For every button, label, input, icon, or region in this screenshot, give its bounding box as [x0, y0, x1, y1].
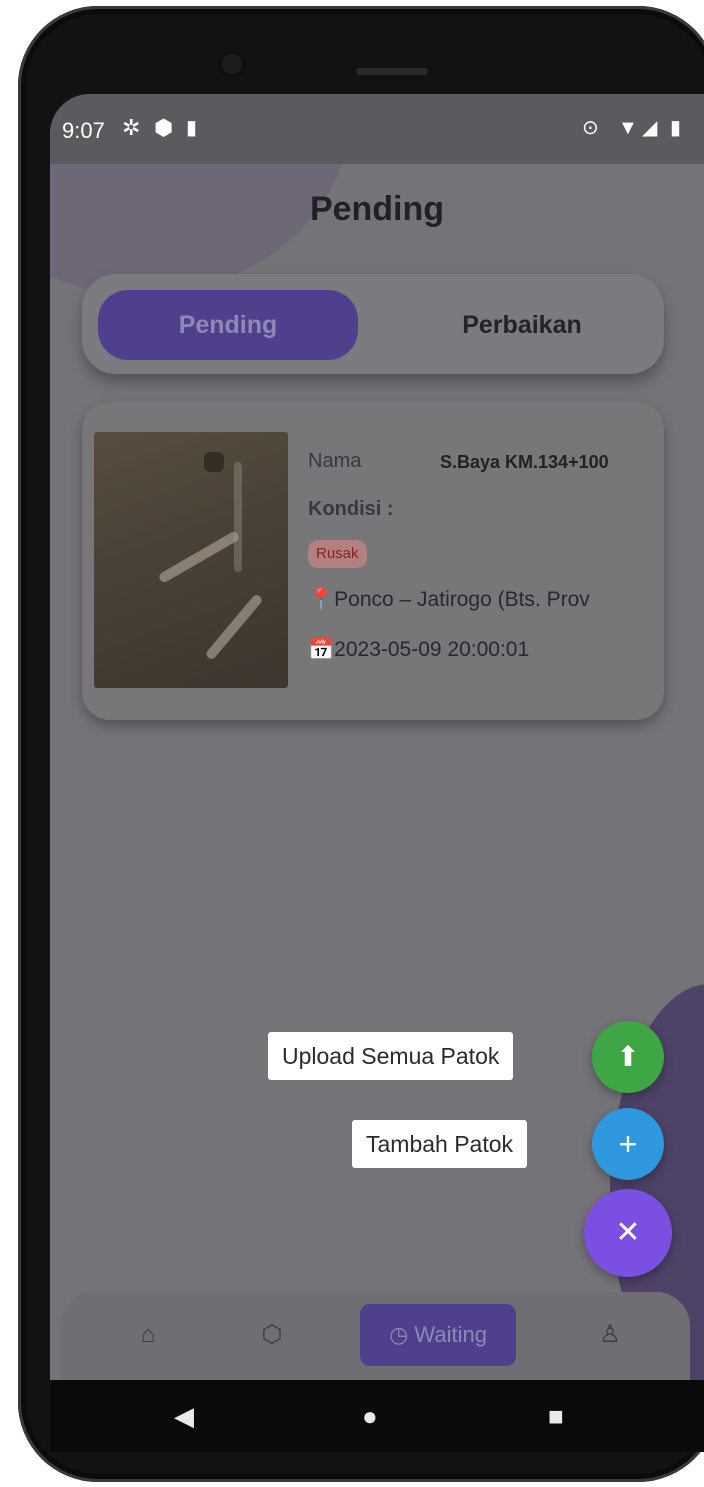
status-time: 9:07 — [62, 118, 105, 143]
upload-icon: ⬆ — [616, 1041, 640, 1072]
location-text: Ponco – Jatirogo (Bts. Prov — [334, 588, 590, 611]
nav-waiting[interactable]: ◷ Waiting — [360, 1304, 516, 1366]
gear-icon: ✲ — [122, 115, 141, 140]
status-bar: 9:07 ✲ ⬢ ▮ ⊙ ▼ ◢ ▮ — [50, 94, 704, 164]
tab-pending[interactable]: Pending — [98, 290, 358, 360]
calendar-icon: 📅 — [308, 638, 335, 661]
patok-card[interactable]: Nama S.Baya KM.134+100 Kondisi : Rusak 📍… — [82, 402, 664, 720]
clock-icon: ◷ — [389, 1322, 409, 1347]
condition-badge: Rusak — [308, 540, 367, 568]
close-icon: ✕ — [615, 1216, 641, 1249]
date-row: 📅2023-05-09 20:00:01 — [308, 638, 529, 662]
system-nav-bar: ◀ ● ■ — [50, 1380, 704, 1452]
nav-box[interactable]: ⬡ — [242, 1304, 302, 1366]
bottom-nav: ⌂ ⬡ ◷ Waiting ♙ — [60, 1292, 690, 1380]
location-icon: ⊙ — [582, 117, 599, 139]
home-circle-icon[interactable]: ● — [362, 1396, 378, 1436]
home-icon: ⌂ — [140, 1321, 156, 1348]
name-value: S.Baya KM.134+100 — [440, 452, 609, 472]
add-patok-label[interactable]: Tambah Patok — [352, 1120, 528, 1168]
name-label: Nama — [308, 450, 362, 472]
tab-perbaikan[interactable]: Perbaikan — [382, 290, 662, 360]
page-title: Pending — [309, 190, 445, 228]
upload-all-label[interactable]: Upload Semua Patok — [268, 1032, 514, 1080]
wifi-icon: ▼ — [618, 117, 638, 139]
speaker-grille — [356, 68, 428, 75]
box-icon: ⬡ — [261, 1321, 283, 1348]
segmented-control: Pending Perbaikan — [82, 274, 664, 374]
battery-icon: ▮ — [670, 117, 682, 139]
plus-icon: + — [618, 1126, 638, 1162]
pin-icon: 📍 — [308, 588, 335, 611]
date-text: 2023-05-09 20:00:01 — [334, 638, 530, 661]
nav-home[interactable]: ⌂ — [118, 1304, 178, 1366]
patok-photo — [94, 432, 288, 688]
nav-profile[interactable]: ♙ — [580, 1304, 640, 1366]
sim-card-icon: ▮ — [186, 117, 198, 139]
front-camera — [218, 50, 246, 78]
recents-icon[interactable]: ■ — [548, 1396, 564, 1436]
close-fab-button[interactable]: ✕ — [584, 1189, 672, 1277]
location-row: 📍Ponco – Jatirogo (Bts. Prov — [308, 588, 658, 612]
upload-all-button[interactable]: ⬆ — [592, 1021, 664, 1093]
condition-label: Kondisi : — [308, 498, 394, 520]
back-icon[interactable]: ◀ — [174, 1396, 194, 1436]
add-patok-button[interactable]: + — [592, 1108, 664, 1180]
user-icon: ♙ — [599, 1321, 621, 1348]
signal-icon: ◢ — [642, 117, 658, 139]
nav-waiting-label: Waiting — [414, 1322, 487, 1347]
app-screen: 9:07 ✲ ⬢ ▮ ⊙ ▼ ◢ ▮ Pending Pending Perba… — [50, 94, 704, 1380]
shield-icon: ⬢ — [154, 115, 174, 140]
